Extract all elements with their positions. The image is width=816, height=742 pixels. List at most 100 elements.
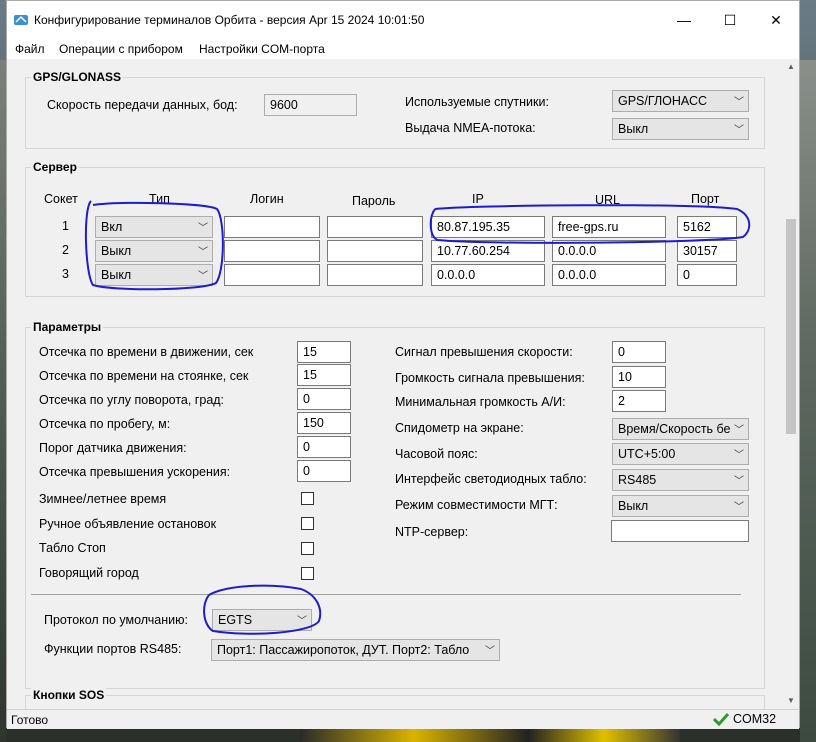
close-button[interactable]: ✕ — [753, 1, 799, 39]
close-icon: ✕ — [770, 11, 782, 28]
url-field[interactable]: 0.0.0.0 — [552, 240, 666, 262]
col-header-port: Порт — [691, 192, 720, 206]
chevron-down-icon: ﹀ — [734, 502, 744, 513]
params-group-title: Параметры — [31, 320, 104, 334]
col-header-ip: IP — [472, 192, 484, 206]
scrollbar-thumb[interactable] — [786, 219, 796, 434]
minimize-icon: — — [677, 12, 691, 28]
maximize-button[interactable]: ☐ — [707, 1, 753, 39]
socket-number: 2 — [62, 243, 69, 257]
ntp-field[interactable] — [611, 520, 749, 542]
speedometer-select[interactable]: Время/Скорость бе ﹀ — [612, 418, 749, 440]
col-header-url: URL — [595, 193, 621, 207]
param-field[interactable]: 15 — [297, 341, 351, 363]
ip-field[interactable]: 80.87.195.35 — [431, 216, 545, 238]
chevron-down-icon: ﹀ — [297, 616, 307, 627]
checkbox-manual-stops[interactable] — [301, 517, 314, 530]
ip-field[interactable]: 10.77.60.254 — [431, 240, 545, 262]
baud-field[interactable]: 9600 — [264, 94, 357, 116]
param-field[interactable]: 15 — [297, 364, 351, 386]
desktop-background-right — [800, 60, 816, 742]
password-field[interactable] — [327, 240, 423, 262]
menu-device-operations[interactable]: Операции с прибором — [59, 42, 183, 56]
param-label: Громкость сигнала превышения: — [395, 371, 585, 385]
port-field[interactable]: 30157 — [677, 240, 737, 262]
vertical-scrollbar[interactable]: ▲ ▼ — [783, 59, 799, 709]
desktop-background-bottom — [300, 728, 680, 742]
chevron-down-icon: ﹀ — [734, 97, 744, 108]
socket-type-select[interactable]: Вкл ﹀ — [95, 216, 213, 238]
chevron-down-icon: ﹀ — [198, 271, 208, 282]
col-header-type: Тип — [149, 192, 170, 206]
scroll-up-icon[interactable]: ▲ — [783, 59, 799, 75]
ip-field[interactable]: 0.0.0.0 — [431, 264, 545, 286]
satellites-select-value: GPS/ГЛОНАСС — [618, 94, 708, 108]
port-field[interactable]: 0 — [677, 264, 737, 286]
nmea-select-value: Выкл — [618, 122, 649, 136]
param-field[interactable]: 2 — [612, 390, 666, 412]
chevron-down-icon: ﹀ — [734, 476, 744, 487]
server-group-title: Сервер — [31, 160, 79, 174]
minimize-button[interactable]: — — [661, 1, 707, 39]
param-label: Минимальная громкость А/И: — [395, 395, 566, 409]
timezone-select[interactable]: UTC+5:00 ﹀ — [612, 443, 749, 465]
led-interface-select-value: RS485 — [618, 473, 657, 487]
scroll-down-icon[interactable]: ▼ — [783, 693, 799, 709]
nmea-select[interactable]: Выкл ﹀ — [612, 118, 749, 140]
port-field[interactable]: 5162 — [677, 216, 737, 238]
menu-file[interactable]: Файл — [15, 42, 45, 56]
nmea-label: Выдача NMEA-потока: — [405, 121, 536, 135]
socket-number: 1 — [62, 219, 69, 233]
checkbox-talking-city[interactable] — [301, 567, 314, 580]
mgt-mode-select[interactable]: Выкл ﹀ — [612, 495, 749, 517]
login-field[interactable] — [224, 240, 320, 262]
port-status: COM32 — [713, 712, 776, 726]
socket-type-value: Выкл — [101, 244, 132, 258]
password-field[interactable] — [327, 264, 423, 286]
title-bar: Конфигурирование терминалов Орбита - вер… — [7, 1, 799, 39]
menu-bar: Файл Операции с прибором Настройки COM-п… — [7, 39, 799, 59]
param-label: Отсечка превышения ускорения: — [39, 465, 231, 479]
menu-com-settings[interactable]: Настройки COM-порта — [199, 42, 325, 56]
rs485-label: Функции портов RS485: — [44, 642, 182, 656]
checkmark-icon — [713, 712, 729, 726]
param-field[interactable]: 0 — [612, 341, 666, 363]
socket-type-value: Выкл — [101, 268, 132, 282]
url-field[interactable]: free-gps.ru — [552, 216, 666, 238]
protocol-label: Протокол по умолчанию: — [44, 613, 188, 627]
mgt-mode-select-value: Выкл — [618, 499, 649, 513]
param-field[interactable]: 0 — [297, 436, 351, 458]
socket-type-select[interactable]: Выкл ﹀ — [95, 240, 213, 262]
param-field[interactable]: 0 — [297, 388, 351, 410]
ntp-label: NTP-сервер: — [395, 525, 469, 539]
chevron-down-icon: ﹀ — [734, 125, 744, 136]
satellites-select[interactable]: GPS/ГЛОНАСС ﹀ — [612, 90, 749, 112]
url-field[interactable]: 0.0.0.0 — [552, 264, 666, 286]
app-icon — [14, 15, 28, 25]
login-field[interactable] — [224, 264, 320, 286]
led-interface-select[interactable]: RS485 ﹀ — [612, 469, 749, 491]
login-field[interactable] — [224, 216, 320, 238]
speedometer-select-value: Время/Скорость бе — [618, 422, 731, 436]
socket-number: 3 — [62, 267, 69, 281]
param-field[interactable]: 150 — [297, 412, 351, 434]
param-field[interactable]: 10 — [612, 366, 666, 388]
satellites-label: Используемые спутники: — [405, 95, 549, 109]
chevron-down-icon: ﹀ — [198, 247, 208, 258]
param-label: Отсечка по углу поворота, град: — [39, 393, 225, 407]
protocol-select[interactable]: EGTS ﹀ — [212, 609, 312, 631]
password-field[interactable] — [327, 216, 423, 238]
checkbox-stop-board[interactable] — [301, 542, 314, 555]
socket-type-select[interactable]: Выкл ﹀ — [95, 264, 213, 286]
protocol-select-value: EGTS — [218, 613, 253, 627]
separator — [31, 594, 741, 595]
param-label: Отсечка по пробегу, м: — [39, 417, 171, 431]
checkbox-label: Табло Стоп — [39, 541, 106, 555]
app-window: Конфигурирование терминалов Орбита - вер… — [6, 0, 800, 729]
checkbox-dst[interactable] — [301, 492, 314, 505]
param-field[interactable]: 0 — [297, 460, 351, 482]
chevron-down-icon: ﹀ — [734, 425, 744, 436]
param-label: Отсечка по времени в движении, сек — [39, 345, 254, 359]
rs485-select[interactable]: Порт1: Пассажиропоток, ДУТ. Порт2: Табло… — [211, 639, 500, 661]
param-label: Часовой пояс: — [395, 447, 478, 461]
